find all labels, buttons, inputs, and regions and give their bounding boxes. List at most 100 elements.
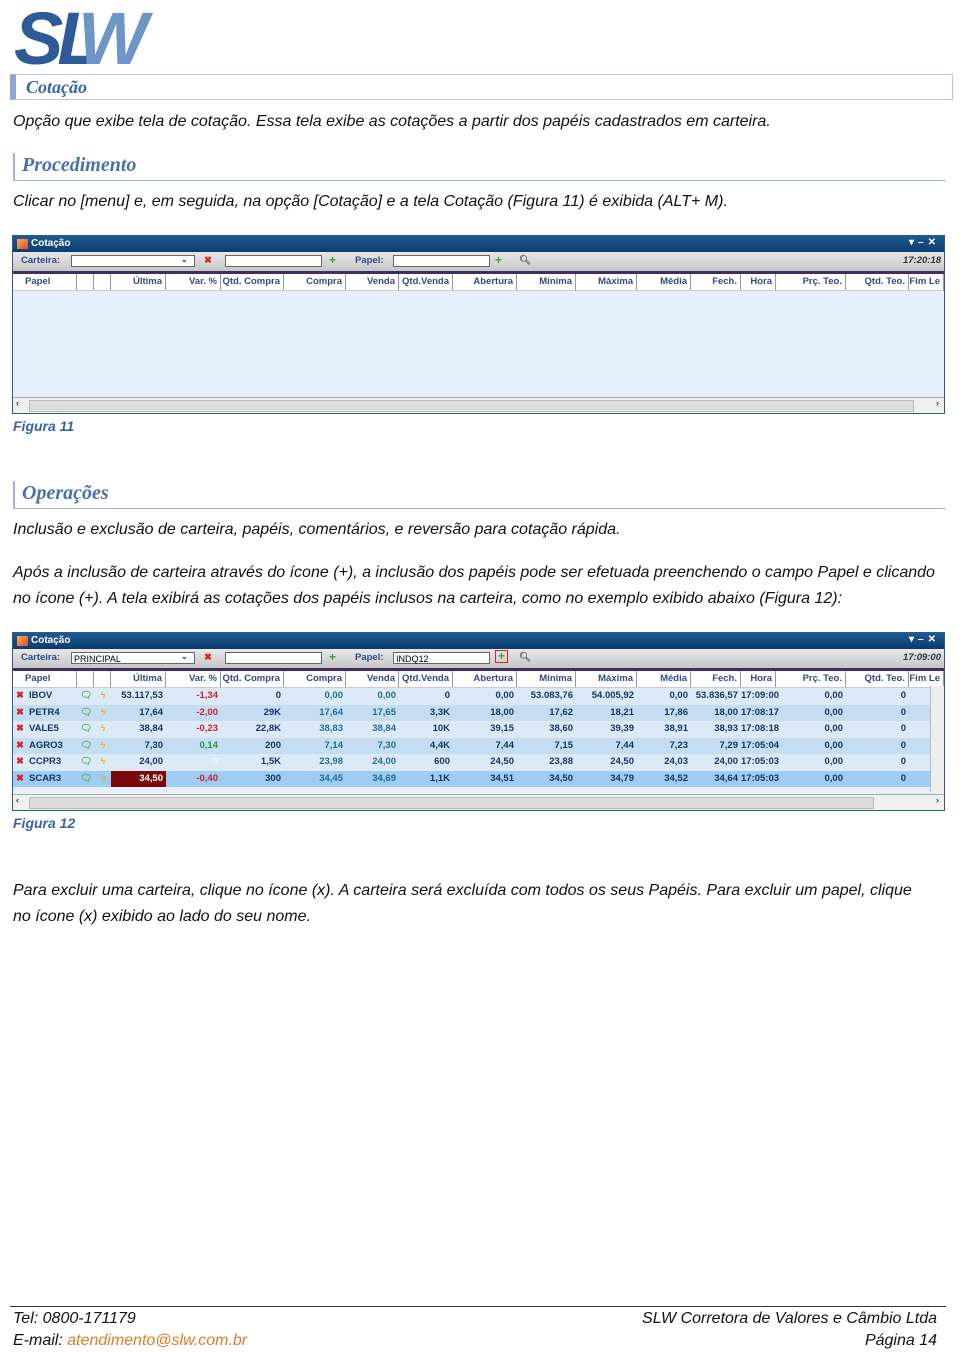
- column-header[interactable]: Fech.: [691, 671, 741, 687]
- column-header[interactable]: Qtd.Venda: [399, 671, 453, 687]
- carteira-select[interactable]: [71, 255, 195, 267]
- column-header[interactable]: Máxima: [576, 671, 637, 687]
- table-row[interactable]: ✖ PETR4 🗨︎ ϟ 17,64 -2,00 29K 17,64 17,65 3,3K 1…: [13, 704, 944, 722]
- search-icon[interactable]: 🔍︎: [519, 652, 531, 663]
- quote-cell: 3,3K: [429, 706, 450, 718]
- column-header[interactable]: Mínima: [517, 274, 576, 290]
- scroll-thumb[interactable]: [29, 797, 874, 809]
- quote-cell: 300: [265, 772, 281, 784]
- table-row[interactable]: ✖ SCAR3 🗨︎ ϟ 34,50 -0,40 300 34,45 34,69 1,1K 3…: [13, 770, 944, 788]
- column-header[interactable]: Hora: [741, 274, 776, 290]
- comment-icon[interactable]: 🗨︎: [79, 754, 93, 771]
- column-header[interactable]: Abertura: [453, 274, 517, 290]
- quote-cell: 17,65: [372, 706, 396, 718]
- lightning-icon[interactable]: ϟ: [96, 738, 110, 755]
- column-header[interactable]: Compra: [284, 671, 346, 687]
- delete-carteira-icon[interactable]: ✖: [204, 255, 212, 266]
- lightning-icon[interactable]: ϟ: [96, 771, 110, 788]
- column-header[interactable]: Prç. Teo.: [776, 671, 846, 687]
- quote-cell: 34,50: [111, 770, 166, 787]
- window-controls[interactable]: ▾–✕: [909, 237, 940, 248]
- quote-cell: 0,14: [199, 739, 219, 751]
- column-header[interactable]: Qtd. Teo.: [846, 671, 909, 687]
- horizontal-scrollbar[interactable]: ‹ ›: [13, 794, 944, 810]
- add-papel-icon[interactable]: +: [495, 253, 502, 267]
- scroll-right-icon[interactable]: ›: [936, 795, 939, 806]
- column-header[interactable]: Última: [111, 671, 166, 687]
- add-papel-icon[interactable]: +: [495, 650, 509, 663]
- chevron-down-icon[interactable]: ⌄: [181, 652, 188, 661]
- column-header[interactable]: Qtd.Venda: [399, 274, 453, 290]
- lightning-icon[interactable]: ϟ: [96, 688, 110, 705]
- remove-papel-icon[interactable]: ✖: [13, 721, 27, 738]
- horizontal-scrollbar[interactable]: ‹ ›: [13, 397, 944, 413]
- comment-icon[interactable]: 🗨︎: [79, 688, 93, 705]
- new-carteira-input[interactable]: [225, 255, 322, 267]
- column-header[interactable]: Qtd. Teo.: [846, 274, 909, 290]
- table-row[interactable]: ✖ IBOV 🗨︎ ϟ 53.117,53 -1,34 0 0,00 0,00 0 0,00 5…: [13, 688, 944, 705]
- remove-papel-icon[interactable]: ✖: [13, 754, 27, 771]
- delete-carteira-icon[interactable]: ✖: [204, 652, 212, 663]
- add-carteira-icon[interactable]: +: [329, 650, 336, 664]
- scroll-right-icon[interactable]: ›: [936, 398, 939, 409]
- column-header[interactable]: Última: [111, 274, 166, 290]
- quote-cell: 23,88: [549, 756, 573, 767]
- comment-icon[interactable]: 🗨︎: [79, 705, 93, 722]
- column-header[interactable]: Compra: [284, 274, 346, 290]
- table-row[interactable]: ✖ VALE5 🗨︎ ϟ 38,84 -0,23 22,8K 38,83 38,84 10K…: [13, 721, 944, 738]
- column-header[interactable]: [94, 274, 111, 290]
- column-header[interactable]: Prç. Teo.: [776, 274, 846, 290]
- scroll-left-icon[interactable]: ‹: [16, 795, 19, 806]
- vertical-scrollbar[interactable]: [930, 686, 944, 792]
- lightning-icon[interactable]: ϟ: [96, 754, 110, 771]
- column-header[interactable]: Hora: [741, 671, 776, 687]
- column-header[interactable]: Mínima: [517, 671, 576, 687]
- remove-papel-icon[interactable]: ✖: [13, 771, 27, 788]
- quote-cell: 34,45: [319, 772, 343, 784]
- column-header[interactable]: Qtd. Compra: [221, 274, 284, 290]
- column-header[interactable]: [94, 671, 111, 687]
- scroll-left-icon[interactable]: ‹: [16, 398, 19, 409]
- comment-icon[interactable]: 🗨︎: [79, 738, 93, 755]
- search-icon[interactable]: 🔍︎: [519, 255, 531, 266]
- column-header[interactable]: [77, 671, 94, 687]
- column-header[interactable]: Fech.: [691, 274, 741, 290]
- column-header[interactable]: [77, 274, 94, 290]
- comment-icon[interactable]: 🗨︎: [79, 721, 93, 738]
- column-header[interactable]: Qtd. Compra: [221, 671, 284, 687]
- quote-cell: 7,14: [324, 739, 344, 751]
- new-carteira-input[interactable]: [225, 652, 322, 664]
- comment-icon[interactable]: 🗨︎: [79, 771, 93, 788]
- window-controls[interactable]: ▾–✕: [909, 634, 940, 645]
- column-header[interactable]: Papel: [13, 671, 77, 687]
- lightning-icon[interactable]: ϟ: [96, 721, 110, 738]
- column-header[interactable]: Venda: [346, 671, 399, 687]
- email-link[interactable]: atendimento@slw.com.br: [67, 1332, 247, 1349]
- quote-cell: 38,84: [139, 723, 163, 734]
- remove-papel-icon[interactable]: ✖: [13, 738, 27, 755]
- cotacao-window-fig11: Cotação ▾–✕ Carteira: ⌄ ✖ + Papel: + 🔍︎ 1…: [12, 235, 945, 414]
- column-header[interactable]: Venda: [346, 274, 399, 290]
- papel-input[interactable]: [393, 255, 490, 267]
- column-header[interactable]: Fim Le: [909, 671, 944, 687]
- table-row[interactable]: ✖ CCPR3 🗨︎ ϟ 24,00 0 1,5K 23,98 24,00 600 24,50…: [13, 754, 944, 771]
- column-header[interactable]: Máxima: [576, 274, 637, 290]
- column-header[interactable]: Média: [637, 671, 691, 687]
- lightning-icon[interactable]: ϟ: [96, 705, 110, 722]
- remove-papel-icon[interactable]: ✖: [13, 688, 27, 705]
- scroll-thumb[interactable]: [29, 400, 914, 412]
- add-carteira-icon[interactable]: +: [329, 253, 336, 267]
- column-header[interactable]: Var. %: [166, 274, 221, 290]
- carteira-select[interactable]: PRINCIPAL: [71, 652, 195, 664]
- column-header[interactable]: Fim Le: [909, 274, 944, 290]
- table-row[interactable]: ✖ AGRO3 🗨︎ ϟ 7,30 0,14 200 7,14 7,30 4,4K 7,44 7…: [13, 737, 944, 755]
- chevron-down-icon[interactable]: ⌄: [181, 255, 188, 264]
- quote-cell: -0,40: [196, 772, 218, 784]
- quote-cell: 23,98: [319, 756, 343, 767]
- column-header[interactable]: Abertura: [453, 671, 517, 687]
- column-header[interactable]: Papel: [13, 274, 77, 290]
- column-header[interactable]: Var. %: [166, 671, 221, 687]
- column-header[interactable]: Média: [637, 274, 691, 290]
- remove-papel-icon[interactable]: ✖: [13, 705, 27, 722]
- papel-input[interactable]: INDQ12: [393, 652, 490, 664]
